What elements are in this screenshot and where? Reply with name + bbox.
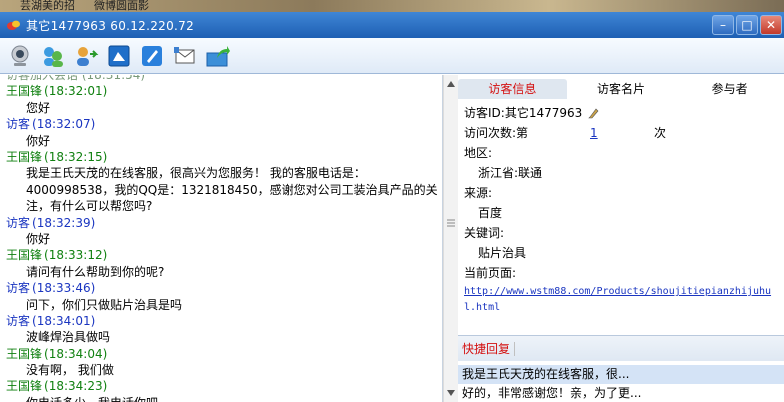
chat-scrollbar[interactable]	[443, 75, 458, 402]
tab-visitor-card[interactable]: 访客名片	[567, 79, 676, 99]
message-sender: 王国锋	[6, 379, 43, 394]
webcam-icon	[11, 45, 29, 66]
edit-icon	[142, 45, 162, 66]
export-icon	[206, 45, 230, 66]
screenshot-button[interactable]	[105, 42, 133, 70]
source-label: 来源:	[464, 186, 493, 200]
scroll-down-icon[interactable]	[447, 390, 455, 396]
toolbar	[0, 38, 784, 74]
chat-message: 王国锋(18:34:23)你电话多少，我电话你吧	[0, 378, 442, 402]
message-text: 您好	[26, 100, 51, 115]
message-time: (18:33:12)	[44, 248, 108, 263]
background-strip: 芸湖美的招 微博圆面影	[0, 0, 784, 12]
visit-count-label: 访问次数:第	[464, 126, 529, 140]
webcam-button[interactable]	[6, 42, 34, 70]
chat-message: 访客 (18:34:01) 波峰焊治具做吗	[0, 313, 442, 346]
screenshot-icon	[108, 45, 130, 66]
edit-button[interactable]	[138, 42, 166, 70]
message-time: (18:32:01)	[44, 84, 108, 99]
quick-reply-item[interactable]: 我是王氏天茂的在线客服，很...	[458, 365, 784, 384]
current-page-label: 当前页面:	[464, 266, 517, 280]
export-button[interactable]	[204, 42, 232, 70]
scroll-up-icon[interactable]	[447, 81, 455, 87]
chat-message: 访客 (18:32:39) 你好	[0, 215, 442, 248]
message-text: 波峰焊治具做吗	[26, 330, 111, 345]
message-sender: 访客	[6, 215, 31, 230]
message-sender: 访客	[6, 117, 31, 132]
chat-message: 王国锋 (18:32:15) 我是王氏天茂的在线客服，很高兴为您服务！ 我的客服电…	[0, 149, 442, 215]
background-text-1: 芸湖美的招	[20, 0, 75, 12]
edit-pencil-icon[interactable]	[588, 107, 600, 119]
message-time: (18:34:04)	[44, 346, 108, 361]
quick-reply-list: 我是王氏天茂的在线客服，很... 好的，非常感谢您！亲，为了更...	[458, 365, 784, 402]
close-button[interactable]: ✕	[760, 15, 782, 35]
tab-participants[interactable]: 参与者	[675, 79, 784, 99]
transfer-user-icon	[77, 46, 99, 66]
chat-message: 王国锋 (18:32:01) 您好	[0, 83, 442, 116]
region-label: 地区:	[464, 146, 493, 160]
visit-count-unit: 次	[654, 126, 667, 140]
chat-users-icon	[44, 46, 63, 67]
message-text: 你好	[26, 231, 51, 246]
message-text: 你好	[26, 133, 51, 148]
keyword-value: 贴片治具	[478, 246, 527, 260]
chat-message: 访客 (18:32:07) 你好	[0, 116, 442, 149]
message-text: 你电话多少，我电话你吧	[6, 395, 442, 402]
quick-reply-header[interactable]: 快捷回复	[458, 335, 784, 361]
message-time: (18:34:23)	[44, 379, 108, 394]
message-sender: 王国锋	[6, 84, 43, 99]
message-button[interactable]	[171, 42, 199, 70]
message-text: 没有啊， 我们做	[26, 363, 114, 378]
visit-count-link[interactable]: 1	[590, 123, 598, 143]
message-sender: 王国锋	[6, 149, 43, 164]
message-sender: 访客	[6, 281, 31, 296]
message-time: (18:32:07)	[32, 117, 96, 132]
scroll-grip-icon[interactable]	[446, 215, 456, 231]
visitor-panel: 访客信息 访客名片 参与者 访客ID:其它1477963 访问次数:第 1 次 …	[458, 75, 784, 402]
current-page-link[interactable]: http://www.wstm88.com/Products/shoujitie…	[464, 286, 771, 311]
message-text: 请问有什么帮助到你的呢?	[26, 264, 165, 279]
quick-reply-divider	[514, 341, 516, 356]
quick-reply-label: 快捷回复	[462, 342, 511, 356]
message-time: (18:33:46)	[32, 281, 96, 296]
background-text-2: 微博圆面影	[94, 0, 149, 12]
region-value: 浙江省:联通	[478, 166, 543, 180]
visitor-id-value: 其它1477963	[504, 106, 583, 120]
minimize-button[interactable]: –	[712, 15, 734, 35]
chat-transcript[interactable]: 访客加入会话 (18:31:54) 王国锋 (18:32:01) 您好 访客 (18:3…	[0, 75, 443, 402]
visitor-id-label: 访客ID:	[464, 106, 505, 120]
message-time: (18:34:01)	[32, 313, 96, 328]
message-text: 问下，你们只做贴片治具是吗	[26, 297, 183, 312]
message-time: (18:32:15)	[44, 149, 108, 164]
visitor-info: 访客ID:其它1477963 访问次数:第 1 次 地区: 浙江省:联通 来源:…	[464, 103, 782, 311]
window-title: 其它1477963 60.12.220.72	[26, 18, 195, 33]
message-icon	[174, 46, 195, 63]
message-sender: 王国锋	[6, 346, 43, 361]
tab-visitor-info[interactable]: 访客信息	[458, 79, 567, 99]
chat-message: 王国锋 (18:34:04) 没有啊， 我们做	[0, 346, 442, 379]
chat-message: 访客 (18:33:46) 问下，你们只做贴片治具是吗	[0, 280, 442, 313]
quick-reply-item[interactable]: 好的，非常感谢您！亲，为了更...	[458, 384, 784, 402]
keyword-label: 关键词:	[464, 226, 505, 240]
message-time: (18:32:39)	[32, 215, 96, 230]
title-bar[interactable]: 其它1477963 60.12.220.72 – □ ✕	[0, 12, 784, 38]
source-value: 百度	[478, 206, 503, 220]
chat-users-button[interactable]	[39, 42, 67, 70]
message-sender: 王国锋	[6, 248, 43, 263]
app-logo-icon	[7, 20, 20, 30]
message-text: 我是王氏天茂的在线客服，很高兴为您服务！ 我的客服电话是：4000998538，…	[26, 166, 438, 214]
chat-cut-line: 访客加入会话 (18:31:54)	[6, 75, 146, 82]
chat-message: 王国锋 (18:33:12) 请问有什么帮助到你的呢?	[0, 247, 442, 280]
transfer-user-button[interactable]	[72, 42, 100, 70]
message-sender: 访客	[6, 313, 31, 328]
visitor-tabs: 访客信息 访客名片 参与者	[458, 79, 784, 99]
maximize-button[interactable]: □	[736, 15, 758, 35]
